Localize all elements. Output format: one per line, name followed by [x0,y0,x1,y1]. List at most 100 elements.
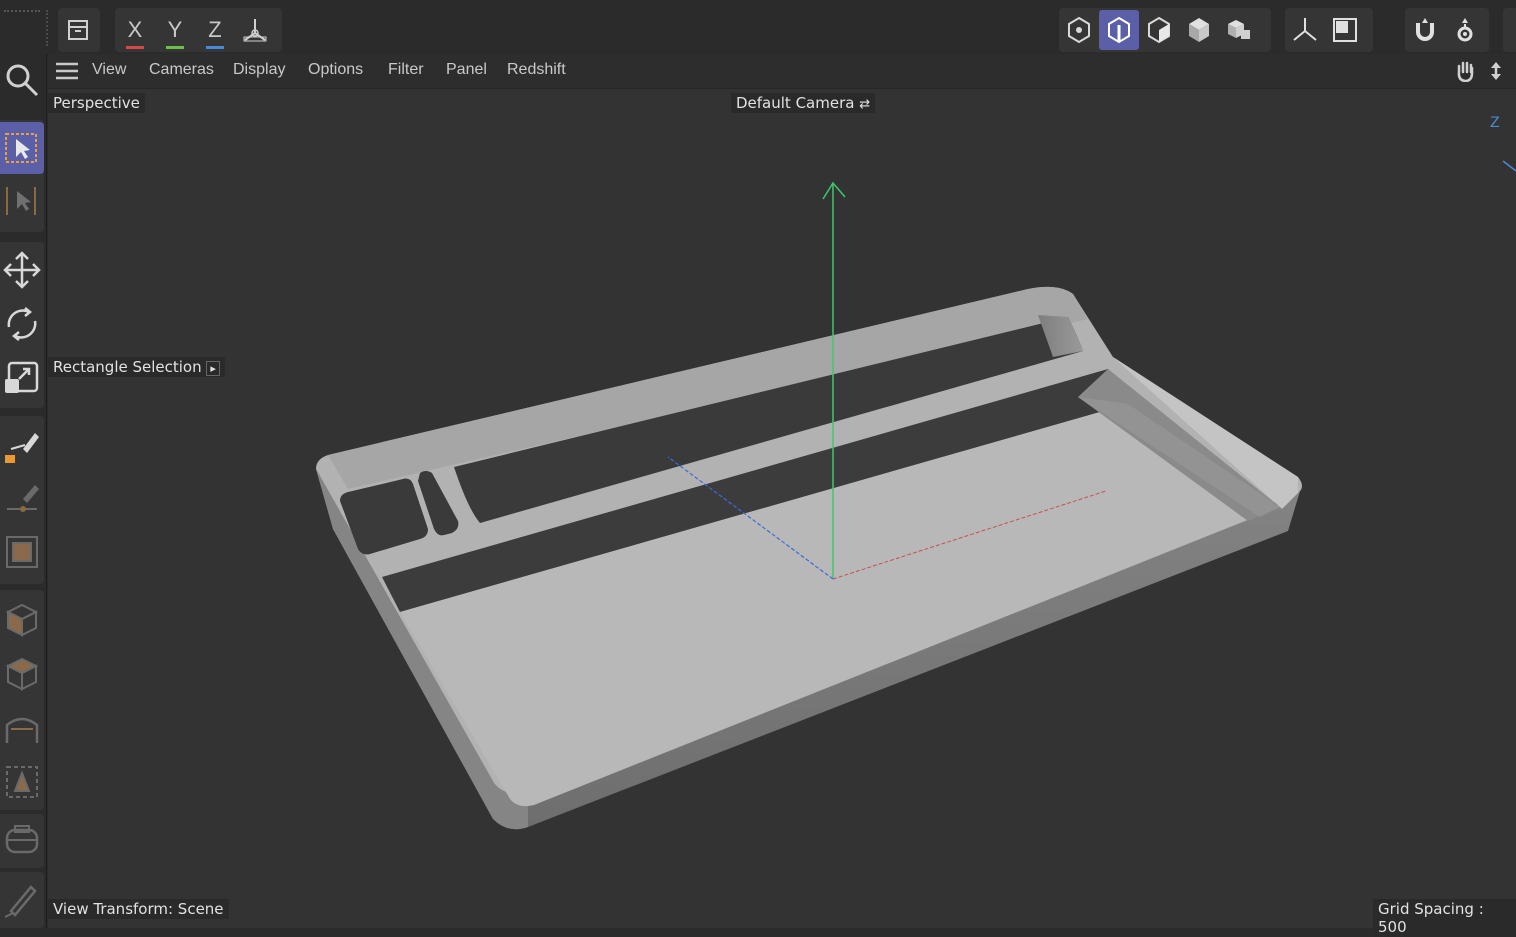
selection-tools-group [0,120,44,232]
snap-settings-button[interactable] [1445,10,1485,50]
edges-mode-button[interactable] [1099,10,1139,50]
3d-scene[interactable]: Perspective Default Camera ⇄ Rectangle S… [48,89,1516,937]
spline-sketch-button[interactable] [0,472,44,524]
rotate-tool-button[interactable] [0,298,44,350]
field-button[interactable] [0,756,44,808]
model-mode-button[interactable] [58,10,98,50]
spline-sketch-icon [7,485,39,512]
generator-button[interactable] [0,648,44,700]
cube-primitive-button[interactable] [0,594,44,646]
settings-gear-icon [1457,18,1473,42]
axis-y-icon: Y [165,17,184,49]
scale-tool-button[interactable] [0,352,44,404]
generator-cube-icon [5,657,39,691]
field-icon [6,766,38,798]
model-mode-group [58,8,100,52]
viewport-panel: View Cameras Display Options Filter Pane… [48,54,1516,937]
tool-arrow-icon[interactable]: ▸ [206,361,220,376]
camera-link-icon: ⇄ [859,97,871,112]
y-axis-arrow [822,181,846,200]
axis-x-button[interactable]: X [115,10,155,50]
coordinate-system-icon [243,19,267,42]
spline-tools-group [0,416,44,584]
menu-options[interactable]: Options [308,61,363,79]
brush-icon [4,885,37,918]
projection-label[interactable]: Perspective [48,93,145,113]
menu-filter[interactable]: Filter [388,61,424,79]
camera-icon [5,825,39,854]
view-transform-label: View Transform: Scene [48,899,229,919]
viewport-menu-bar: View Cameras Display Options Filter Pane… [48,54,1516,89]
selection-mode-group [1059,8,1271,52]
snap-group [1405,8,1489,52]
rectangle-selection-icon [5,133,37,163]
grid-spacing-label: Grid Spacing : 500 [1373,899,1516,937]
active-tool-name: Rectangle Selection [53,358,202,376]
camera-button[interactable] [0,815,44,867]
gizmo-z-label: Z [1490,115,1500,131]
camera-tools-group [0,814,44,868]
points-mode-icon [1068,16,1090,44]
edges-mode-icon [1108,16,1130,44]
polygon-pen-icon [6,536,38,568]
polygons-mode-icon [1148,16,1170,44]
axis-y-button[interactable]: Y [155,10,195,50]
axis-mode-button[interactable] [1285,10,1325,50]
coordinate-system-button[interactable] [235,10,275,50]
scene-canvas [316,160,1516,830]
move-icon [3,251,41,289]
camera-name: Default Camera [736,94,855,112]
dolly-arrows-icon[interactable] [1485,60,1507,82]
menu-display[interactable]: Display [233,61,285,79]
search-icon [6,64,39,97]
live-selection-button[interactable] [0,176,44,228]
left-toolbar [0,54,47,928]
hamburger-menu-icon[interactable] [56,62,78,80]
axis-solo-group [1285,8,1373,52]
model-mode-icon [68,20,88,40]
menu-cameras[interactable]: Cameras [149,61,214,79]
menu-panel[interactable]: Panel [446,61,487,79]
axis-z-button[interactable]: Z [195,10,235,50]
rectangle-selection-button[interactable] [0,122,44,174]
axis-z-icon: Z [206,17,225,49]
polygons-mode-button[interactable] [1139,10,1179,50]
menu-redshift[interactable]: Redshift [507,61,566,79]
toolbar-grip-vertical[interactable] [46,10,52,46]
camera-label[interactable]: Default Camera ⇄ [731,93,876,113]
active-tool-label: Rectangle Selection ▸ [48,357,225,377]
live-selection-icon [6,187,36,215]
orientation-gizmo-z [1502,160,1516,172]
top-toolbar: X Y Z [0,0,1516,55]
object-mode-button[interactable] [1179,10,1219,50]
uvw-mode-icon [1228,20,1250,39]
scale-icon [5,361,39,393]
pan-hand-icon[interactable] [1454,60,1476,82]
keyboard-tray-model[interactable] [316,286,1302,830]
snap-button[interactable] [1405,10,1445,50]
search-button[interactable] [0,54,44,106]
rotate-icon [7,307,37,341]
brush-button[interactable] [0,874,44,926]
uvw-mode-button[interactable] [1219,10,1259,50]
object-mode-icon [1189,18,1209,42]
points-mode-button[interactable] [1059,10,1099,50]
spline-pen-icon [5,433,39,463]
cube-icon [5,603,39,637]
solo-icon [1333,18,1357,42]
toolbar-overflow[interactable] [1503,8,1516,52]
axis-mode-icon [1293,18,1317,41]
axis-x-icon: X [125,17,144,49]
object-tools-group [0,590,44,810]
solo-button[interactable] [1325,10,1365,50]
axis-lock-group: X Y Z [115,8,282,52]
paint-tools-group [0,872,44,928]
spline-pen-button[interactable] [0,418,44,470]
snap-magnet-icon [1416,18,1434,41]
toolbar-grip[interactable] [4,10,40,16]
bend-deformer-icon [5,717,39,743]
deformer-button[interactable] [0,702,44,754]
move-tool-button[interactable] [0,244,44,296]
polygon-pen-button[interactable] [0,526,44,578]
menu-view[interactable]: View [92,61,126,79]
